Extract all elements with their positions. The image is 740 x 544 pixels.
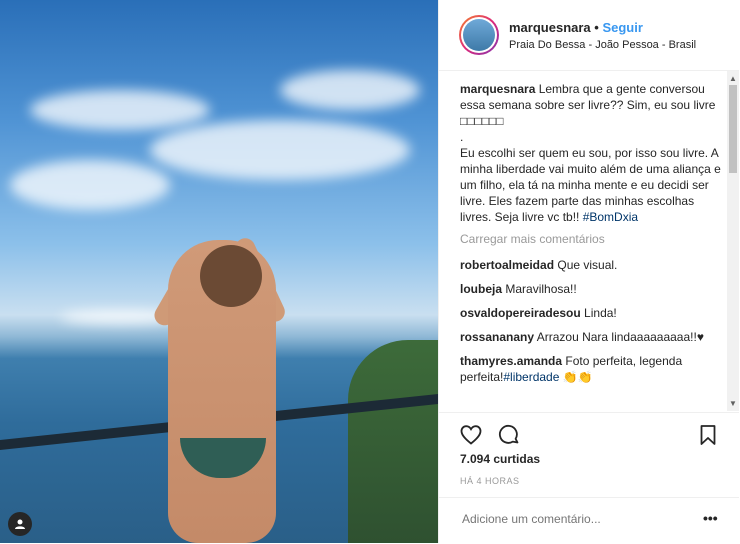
instagram-post-modal: marquesnara • Seguir Praia Do Bessa - Jo… [0,0,740,543]
follow-button[interactable]: Seguir [602,20,642,35]
bookmark-icon[interactable] [696,423,720,447]
comment-text: Maravilhosa!! [502,282,577,296]
post-photo[interactable] [0,0,438,543]
scroll-thumb[interactable] [729,85,737,173]
action-bar [439,412,739,453]
scroll-up-icon[interactable]: ▲ [729,74,737,83]
comment-icon[interactable] [497,423,521,447]
list-item: loubeja Maravilhosa!! [460,281,727,297]
location-link[interactable]: Praia Do Bessa - João Pessoa - Brasil [509,39,696,51]
avatar[interactable] [459,15,499,55]
list-item: thamyres.amanda Foto perfeita, legenda p… [460,353,727,385]
comment-text: Que visual. [554,258,618,272]
caption-text: Lembra que a gente conversou essa semana… [460,82,721,224]
comment-text: Linda! [580,306,617,320]
list-item: osvaldopereiradesou Linda! [460,305,727,321]
comments-list[interactable]: marquesnara Lembra que a gente conversou… [439,71,727,411]
caption-hashtag[interactable]: #BomDxia [583,210,638,224]
heart-icon[interactable] [459,423,483,447]
scroll-down-icon[interactable]: ▼ [729,399,737,408]
post-header: marquesnara • Seguir Praia Do Bessa - Jo… [439,0,739,71]
post-author: marquesnara • Seguir [509,20,643,35]
post-timestamp: HÁ 4 HORAS [460,476,520,486]
caption-username[interactable]: marquesnara [460,82,535,96]
username-link[interactable]: marquesnara [509,20,591,35]
list-item: robertoalmeidad Que visual. [460,257,727,273]
comment-username[interactable]: thamyres.amanda [460,354,562,368]
comment-username[interactable]: robertoalmeidad [460,258,554,272]
comment-hashtag[interactable]: #liberdade [503,370,559,384]
caption: marquesnara Lembra que a gente conversou… [460,81,727,225]
comment-emoji: 👏👏 [559,370,593,384]
comment-text: Arrazou Nara lindaaaaaaaaa!!♥ [534,330,704,344]
add-comment-section: ••• [439,497,739,544]
more-options-icon[interactable]: ••• [703,510,718,526]
comment-username[interactable]: rossananany [460,330,534,344]
load-more-comments-button[interactable]: Carregar mais comentários [460,231,727,247]
comment-input[interactable] [460,511,684,527]
comment-username[interactable]: osvaldopereiradesou [460,306,581,320]
user-tag-icon[interactable] [8,512,32,536]
post-sidebar: marquesnara • Seguir Praia Do Bessa - Jo… [438,0,740,543]
comment-username[interactable]: loubeja [460,282,502,296]
list-item: rossananany Arrazou Nara lindaaaaaaaaa!!… [460,329,727,345]
separator-dot: • [594,20,599,35]
comments-scrollbar[interactable]: ▲ ▼ [727,71,739,411]
likes-count[interactable]: 7.094 curtidas [460,452,540,466]
